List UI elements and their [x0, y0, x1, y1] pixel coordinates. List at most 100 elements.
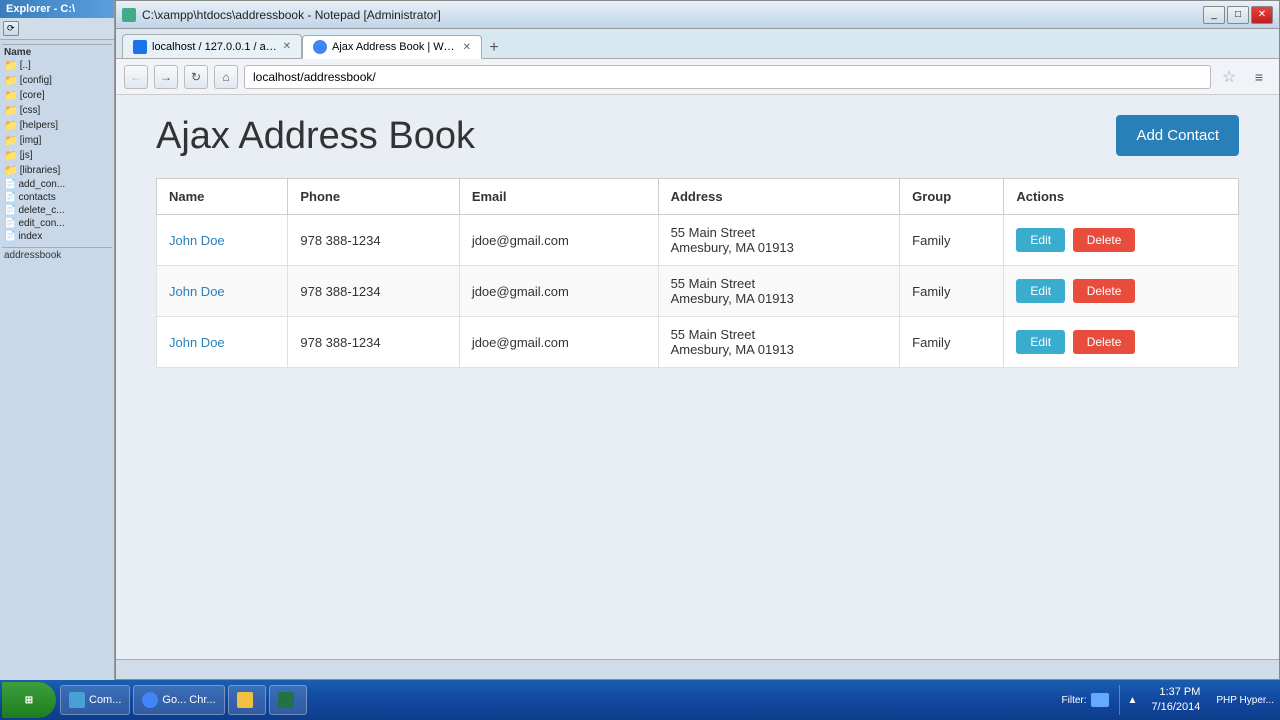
cell-group-0: Family	[900, 215, 1004, 266]
sidebar-name-label: Name	[2, 44, 112, 58]
taskbar-item-2[interactable]	[228, 685, 266, 715]
sidebar-item-label-2: [core]	[20, 90, 45, 101]
contact-link-2[interactable]: John Doe	[169, 335, 225, 350]
sidebar-item-11[interactable]: 📄edit_con...	[2, 217, 112, 230]
add-contact-button[interactable]: Add Contact	[1116, 115, 1239, 156]
col-actions: Actions	[1004, 179, 1239, 215]
sidebar-toolbar-btn-1[interactable]: ⟳	[3, 21, 19, 36]
sidebar-item-label-5: [img]	[20, 135, 42, 146]
sidebar-item-label-3: [css]	[20, 105, 41, 116]
taskbar-icon-0	[69, 692, 85, 708]
sidebar-file-icon-4: 📁	[4, 119, 18, 132]
cell-group-1: Family	[900, 266, 1004, 317]
sidebar-item-label-10: delete_c...	[18, 205, 64, 216]
sidebar-file-icon-12: 📄	[4, 231, 16, 242]
close-button[interactable]: ✕	[1251, 6, 1273, 24]
sidebar-item-5[interactable]: 📁[img]	[2, 133, 112, 148]
sidebar-item-label-12: index	[18, 231, 42, 242]
delete-button-1[interactable]: Delete	[1073, 279, 1136, 303]
cell-phone-0: 978 388-1234	[288, 215, 459, 266]
taskbar-icon-excel	[278, 692, 294, 708]
sidebar-item-label-8: add_con...	[18, 179, 65, 190]
sidebar-file-icon-10: 📄	[4, 205, 16, 216]
title-bar: C:\xampp\htdocs\addressbook - Notepad [A…	[116, 1, 1279, 29]
taskbar-php-label: PHP Hyper...	[1210, 695, 1280, 706]
sidebar-item-4[interactable]: 📁[helpers]	[2, 118, 112, 133]
forward-button[interactable]: →	[154, 65, 178, 89]
sidebar-item-12[interactable]: 📄index	[2, 230, 112, 243]
delete-button-2[interactable]: Delete	[1073, 330, 1136, 354]
edit-button-0[interactable]: Edit	[1016, 228, 1065, 252]
tab-0-close[interactable]: ✕	[283, 41, 291, 52]
tab-1[interactable]: Ajax Address Book | Welco... ✕	[302, 35, 482, 59]
edit-button-1[interactable]: Edit	[1016, 279, 1065, 303]
cell-phone-2: 978 388-1234	[288, 317, 459, 368]
sidebar-item-label-4: [helpers]	[20, 120, 58, 131]
edit-button-2[interactable]: Edit	[1016, 330, 1065, 354]
app-icon	[122, 8, 136, 22]
tab-0[interactable]: localhost / 127.0.0.1 / add... ✕	[122, 34, 302, 58]
refresh-button[interactable]: ↻	[184, 65, 208, 89]
tab-1-label: Ajax Address Book | Welco...	[332, 41, 458, 53]
address-input[interactable]	[244, 65, 1211, 89]
sidebar-item-2[interactable]: 📁[core]	[2, 88, 112, 103]
tab-1-close[interactable]: ✕	[463, 42, 471, 53]
tray-icon-1[interactable]: ▲	[1128, 695, 1138, 706]
filter-label: Filter:	[1062, 695, 1087, 706]
sidebar-item-8[interactable]: 📄add_con...	[2, 178, 112, 191]
menu-icon[interactable]: ≡	[1247, 65, 1271, 89]
filter-icon	[1091, 693, 1109, 707]
sidebar-item-1[interactable]: 📁[config]	[2, 73, 112, 88]
cell-actions-0: Edit Delete	[1004, 215, 1239, 266]
taskbar-item-0[interactable]: Com...	[60, 685, 130, 715]
cell-email-1: jdoe@gmail.com	[459, 266, 658, 317]
taskbar-icon-chrome	[142, 692, 158, 708]
new-tab-button[interactable]: +	[482, 38, 506, 58]
table-header-row: Name Phone Email Address Group Actions	[157, 179, 1239, 215]
sidebar-item-3[interactable]: 📁[css]	[2, 103, 112, 118]
back-button[interactable]: ←	[124, 65, 148, 89]
cell-group-2: Family	[900, 317, 1004, 368]
sidebar-item-7[interactable]: 📁[libraries]	[2, 163, 112, 178]
taskbar-item-label-1: Go... Chr...	[162, 694, 215, 706]
table-row: John Doe 978 388-1234 jdoe@gmail.com 55 …	[157, 215, 1239, 266]
sidebar-content: Name 📁[..]📁[config]📁[core]📁[css]📁[helper…	[0, 40, 114, 265]
sidebar-file-icon-5: 📁	[4, 134, 18, 147]
status-bar	[116, 659, 1279, 679]
sidebar-bottom-label: addressbook	[2, 247, 112, 263]
minimize-button[interactable]: _	[1203, 6, 1225, 24]
delete-button-0[interactable]: Delete	[1073, 228, 1136, 252]
date-display: 7/16/2014	[1151, 700, 1200, 715]
start-button[interactable]: ⊞	[2, 682, 56, 718]
clock[interactable]: 1:37 PM 7/16/2014	[1141, 685, 1210, 716]
col-phone: Phone	[288, 179, 459, 215]
col-name: Name	[157, 179, 288, 215]
page-title: Ajax Address Book	[156, 115, 475, 158]
cell-name-0: John Doe	[157, 215, 288, 266]
sidebar-file-icon-6: 📁	[4, 149, 18, 162]
cell-actions-2: Edit Delete	[1004, 317, 1239, 368]
col-group: Group	[900, 179, 1004, 215]
cell-actions-1: Edit Delete	[1004, 266, 1239, 317]
sidebar-item-10[interactable]: 📄delete_c...	[2, 204, 112, 217]
home-button[interactable]: ⌂	[214, 65, 238, 89]
sidebar-item-label-7: [libraries]	[20, 165, 61, 176]
sidebar-file-icon-1: 📁	[4, 74, 18, 87]
taskbar-item-3[interactable]	[269, 685, 307, 715]
sidebar-item-9[interactable]: 📄contacts	[2, 191, 112, 204]
browser-window: C:\xampp\htdocs\addressbook - Notepad [A…	[115, 0, 1280, 680]
maximize-button[interactable]: □	[1227, 6, 1249, 24]
sidebar-item-label-0: [..]	[20, 60, 31, 71]
contact-link-0[interactable]: John Doe	[169, 233, 225, 248]
taskbar-item-1[interactable]: Go... Chr...	[133, 685, 224, 715]
cell-name-2: John Doe	[157, 317, 288, 368]
contact-link-1[interactable]: John Doe	[169, 284, 225, 299]
taskbar: ⊞ Com... Go... Chr... Filter: ▲ 1:37 PM …	[0, 680, 1280, 720]
window-controls: _ □ ✕	[1203, 6, 1273, 24]
sidebar-item-0[interactable]: 📁[..]	[2, 58, 112, 73]
sidebar-item-6[interactable]: 📁[js]	[2, 148, 112, 163]
table-row: John Doe 978 388-1234 jdoe@gmail.com 55 …	[157, 317, 1239, 368]
bookmark-icon[interactable]: ☆	[1217, 65, 1241, 89]
sidebar-file-icon-9: 📄	[4, 192, 16, 203]
cell-phone-1: 978 388-1234	[288, 266, 459, 317]
